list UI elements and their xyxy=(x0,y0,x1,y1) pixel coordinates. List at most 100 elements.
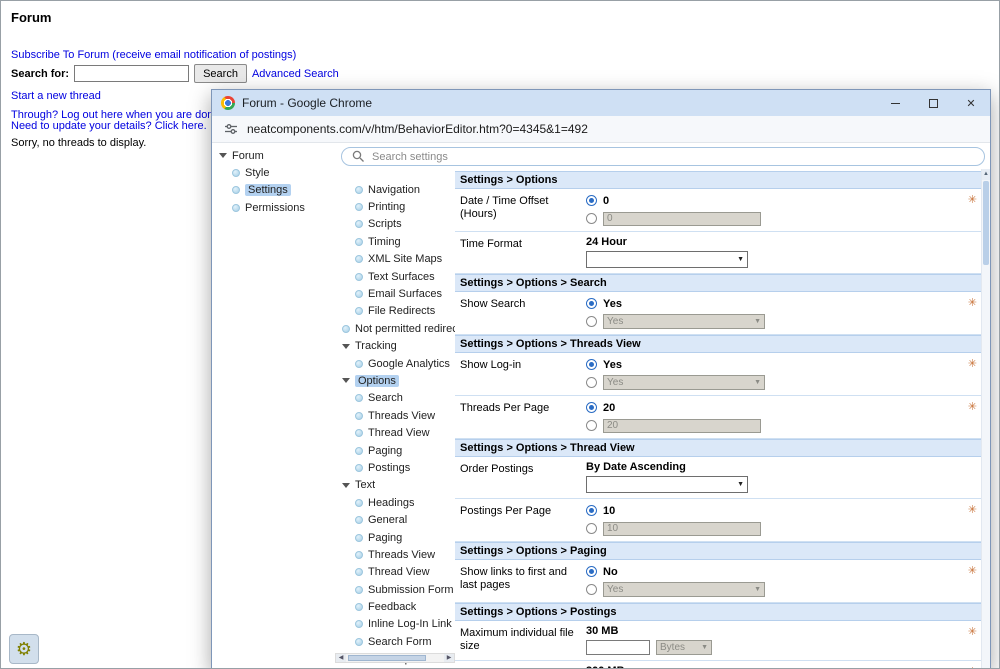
nav-item-forum[interactable]: Forum xyxy=(212,147,335,164)
setting-controls: 24 Hour ▼ xyxy=(586,236,961,268)
radio-custom-value[interactable] xyxy=(586,213,597,224)
collapse-arrow-icon[interactable] xyxy=(219,153,227,158)
setting-row: Show SearchYesYes▼✳ xyxy=(455,292,981,335)
tree-item-general[interactable]: General xyxy=(335,511,455,528)
tree-item-threads-view[interactable]: Threads View xyxy=(335,546,455,563)
tree-item-file-redirects[interactable]: File Redirects xyxy=(335,303,455,320)
scroll-right-arrow-icon[interactable]: ▶ xyxy=(444,654,454,662)
tree-item-search-form[interactable]: Search Form xyxy=(335,633,455,650)
bullet-icon xyxy=(355,273,363,281)
radio-current-value[interactable] xyxy=(586,359,597,370)
settings-search-input[interactable] xyxy=(372,151,974,163)
radio-current-value[interactable] xyxy=(586,402,597,413)
forum-search-input[interactable] xyxy=(74,65,189,82)
site-info-icon[interactable] xyxy=(224,122,238,136)
setting-value: No xyxy=(603,566,618,578)
reset-default-icon[interactable]: ✳ xyxy=(968,195,977,206)
tree-item-label: Navigation xyxy=(368,184,420,196)
advanced-search-link[interactable]: Advanced Search xyxy=(252,68,339,80)
tree-item-label: Timing xyxy=(368,236,401,248)
tree-item-threads-view[interactable]: Threads View xyxy=(335,407,455,424)
settings-tree: Navigation PrintingScripts Timing XML Site … xyxy=(335,169,455,668)
hscroll-track[interactable] xyxy=(346,654,444,662)
vertical-scrollbar[interactable]: ▲ xyxy=(981,169,990,669)
tree-item-scripts[interactable]: Scripts xyxy=(335,216,455,233)
tree-item-label: Threads View xyxy=(368,410,435,422)
url-bar[interactable]: neatcomponents.com/v/htm/BehaviorEditor.… xyxy=(212,116,990,143)
tree-item-thread-view[interactable]: Thread View xyxy=(335,424,455,441)
reset-default-icon[interactable]: ✳ xyxy=(968,505,977,516)
horizontal-scrollbar[interactable]: ◀ ▶ xyxy=(335,653,455,663)
bullet-icon xyxy=(355,603,363,611)
nav-item-style[interactable]: Style xyxy=(212,164,335,181)
tree-item-postings[interactable]: Postings xyxy=(335,459,455,476)
setting-value: 24 Hour xyxy=(586,236,961,248)
window-titlebar[interactable]: Forum - Google Chrome ✕ xyxy=(212,90,990,116)
scroll-up-arrow-icon[interactable]: ▲ xyxy=(982,169,990,180)
radio-custom-value[interactable] xyxy=(586,523,597,534)
collapse-arrow-icon[interactable] xyxy=(342,378,350,383)
bullet-icon xyxy=(355,429,363,437)
radio-custom-value[interactable] xyxy=(586,377,597,388)
tree-item-not-permitted-redirecti[interactable]: Not permitted redirecti xyxy=(335,320,455,337)
tree-item-text[interactable]: Text xyxy=(335,477,455,494)
reset-default-icon[interactable]: ✳ xyxy=(968,566,977,577)
tree-item-label: Options xyxy=(355,375,399,387)
setting-controls: NoYes▼ xyxy=(586,564,961,597)
tree-item-paging[interactable]: Paging xyxy=(335,529,455,546)
radio-current-value[interactable] xyxy=(586,505,597,516)
hscroll-thumb[interactable] xyxy=(348,655,426,661)
reset-default-icon[interactable]: ✳ xyxy=(968,627,977,638)
update-details-link[interactable]: Need to update your details? Click here. xyxy=(11,120,207,132)
tree-item-printing[interactable]: Printing xyxy=(335,198,455,215)
tree-item-email-surfaces[interactable]: Email Surfaces xyxy=(335,285,455,302)
start-thread-link[interactable]: Start a new thread xyxy=(11,90,101,102)
bullet-icon xyxy=(355,516,363,524)
search-icon xyxy=(352,150,365,163)
disabled-value-select: Yes▼ xyxy=(603,375,765,390)
nav-item-permissions[interactable]: Permissions xyxy=(212,199,335,216)
radio-current-value[interactable] xyxy=(586,195,597,206)
radio-current-value[interactable] xyxy=(586,298,597,309)
vscroll-thumb[interactable] xyxy=(983,181,989,265)
setting-row: Date / Time Offset (Hours)0✳ xyxy=(455,189,981,232)
site-settings-gear-button[interactable]: ⚙ xyxy=(9,634,39,664)
tree-item-timing[interactable]: Timing xyxy=(335,233,455,250)
value-dropdown[interactable]: ▼ xyxy=(586,251,748,268)
tree-item-thread-view[interactable]: Thread View xyxy=(335,564,455,581)
tree-item-google-analytics[interactable]: Google Analytics xyxy=(335,355,455,372)
maximize-button[interactable] xyxy=(914,90,952,116)
subscribe-link[interactable]: Subscribe To Forum (receive email notifi… xyxy=(11,49,296,61)
reset-default-icon[interactable]: ✳ xyxy=(968,359,977,370)
tree-item-feedback[interactable]: Feedback xyxy=(335,598,455,615)
radio-custom-value[interactable] xyxy=(586,420,597,431)
tree-item-tracking[interactable]: Tracking xyxy=(335,338,455,355)
tree-item-navigation[interactable]: Navigation xyxy=(335,181,455,198)
close-button[interactable]: ✕ xyxy=(952,90,990,116)
radio-custom-value[interactable] xyxy=(586,584,597,595)
tree-item-options[interactable]: Options xyxy=(335,372,455,389)
radio-custom-value[interactable] xyxy=(586,316,597,327)
tree-item-text-surfaces[interactable]: Text Surfaces xyxy=(335,268,455,285)
settings-search-box[interactable] xyxy=(341,147,985,166)
bullet-icon xyxy=(355,290,363,298)
tree-item-xml-site-maps[interactable]: XML Site Maps xyxy=(335,251,455,268)
tree-item-headings[interactable]: Headings xyxy=(335,494,455,511)
tree-item-inline-log-in-link[interactable]: Inline Log-In Link xyxy=(335,616,455,633)
reset-default-icon[interactable]: ✳ xyxy=(968,298,977,309)
tree-item-submission-form[interactable]: Submission Form xyxy=(335,581,455,598)
value-dropdown[interactable]: ▼ xyxy=(586,476,748,493)
collapse-arrow-icon[interactable] xyxy=(342,483,350,488)
radio-current-value[interactable] xyxy=(586,566,597,577)
bullet-icon xyxy=(355,534,363,542)
size-value-input[interactable] xyxy=(586,640,650,655)
reset-default-icon[interactable]: ✳ xyxy=(968,402,977,413)
tree-item-search[interactable]: Search xyxy=(335,390,455,407)
collapse-arrow-icon[interactable] xyxy=(342,344,350,349)
nav-item-settings[interactable]: Settings xyxy=(212,182,335,199)
window-title: Forum - Google Chrome xyxy=(242,96,869,110)
tree-item-paging[interactable]: Paging xyxy=(335,442,455,459)
minimize-button[interactable] xyxy=(876,90,914,116)
scroll-left-arrow-icon[interactable]: ◀ xyxy=(336,654,346,662)
forum-search-button[interactable]: Search xyxy=(194,64,247,83)
